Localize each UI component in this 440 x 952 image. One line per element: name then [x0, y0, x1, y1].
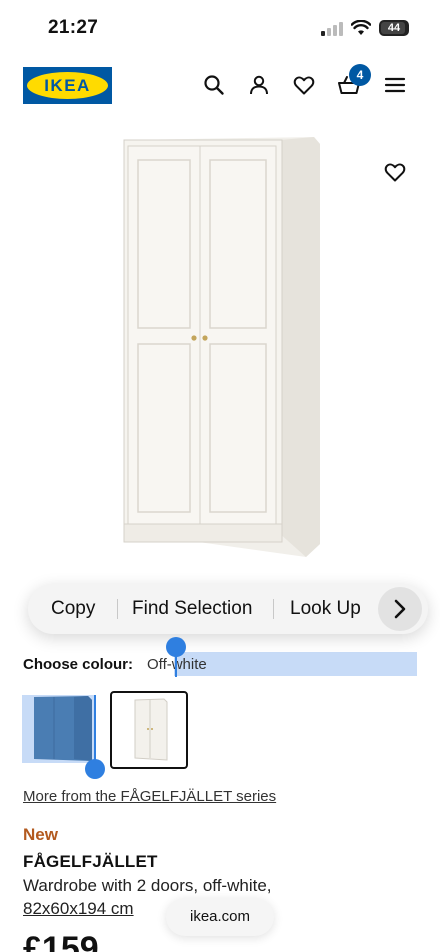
- colour-swatch-off-white[interactable]: [110, 691, 188, 769]
- copy-menu-item[interactable]: Copy: [51, 584, 95, 634]
- search-icon[interactable]: [202, 73, 226, 97]
- ikea-logo[interactable]: IKEA: [23, 67, 112, 104]
- look-up-menu-item[interactable]: Look Up: [290, 584, 361, 634]
- series-link[interactable]: More from the FÅGELFJÄLLET series: [23, 788, 276, 805]
- text-selection-menu: Copy Find Selection Look Up: [28, 584, 428, 634]
- off-white-wardrobe-thumbnail: [134, 698, 168, 761]
- logo-text: IKEA: [44, 75, 91, 95]
- choose-colour-label: Choose colour:: [23, 656, 134, 673]
- new-badge: New: [23, 825, 58, 844]
- status-time: 21:27: [48, 17, 99, 38]
- battery-icon: 44: [379, 20, 409, 36]
- add-to-favourites-icon[interactable]: [383, 160, 407, 184]
- chevron-right-icon: [394, 599, 406, 619]
- product-size-link[interactable]: 82x60x194 cm: [23, 899, 134, 919]
- colour-value: Off-white: [147, 653, 417, 677]
- selection-end-knob[interactable]: [85, 759, 105, 779]
- cellular-signal-icon: [321, 22, 343, 36]
- site-header: IKEA 4: [0, 58, 440, 114]
- more-options-button[interactable]: [378, 587, 422, 631]
- status-bar: 21:27 44: [0, 0, 440, 58]
- product-description: Wardrobe with 2 doors, off-white,: [23, 876, 272, 895]
- menu-divider: [273, 599, 274, 619]
- product-name: FÅGELFJÄLLET: [23, 852, 158, 871]
- browser-address-bar[interactable]: ikea.com: [166, 898, 274, 936]
- colour-chooser-row: Choose colour: Off-white: [23, 653, 207, 677]
- swatch-selection-highlight: [22, 695, 94, 763]
- product-price: £159: [23, 930, 99, 952]
- cart-count-badge: 4: [349, 64, 371, 86]
- selection-end-handle[interactable]: [94, 695, 96, 767]
- battery-level: 44: [387, 22, 401, 34]
- product-image[interactable]: [110, 132, 330, 562]
- menu-divider: [117, 599, 118, 619]
- heart-icon[interactable]: [292, 73, 316, 97]
- find-selection-menu-item[interactable]: Find Selection: [132, 584, 252, 634]
- wifi-icon: [351, 20, 371, 35]
- selection-start-knob[interactable]: [166, 637, 186, 657]
- menu-icon[interactable]: [383, 73, 407, 97]
- profile-icon[interactable]: [247, 73, 271, 97]
